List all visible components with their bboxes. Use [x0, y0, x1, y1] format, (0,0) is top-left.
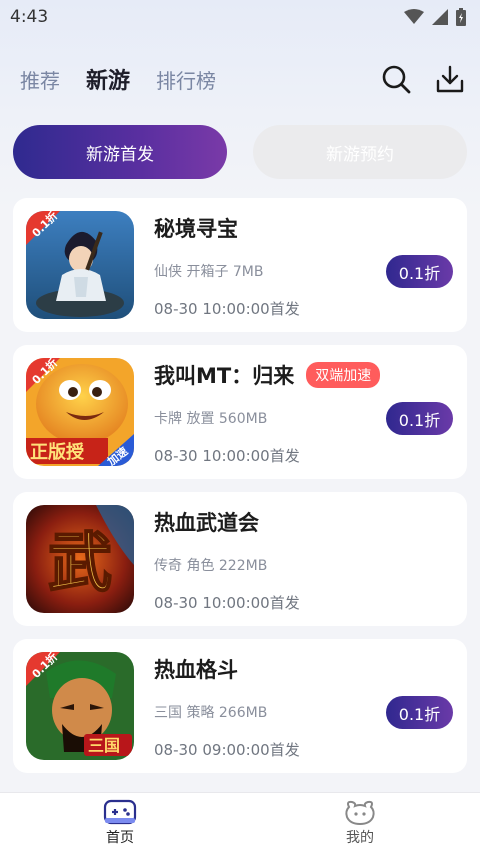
- tab-new-games[interactable]: 新游: [86, 63, 130, 95]
- thumb-banner-label: 正版授: [30, 441, 85, 463]
- gamepad-icon: [103, 799, 137, 825]
- status-icons: [404, 8, 466, 26]
- game-list: 0.1折 秘境寻宝 仙侠 开箱子 7MB 08-30 10:00:00首发 0.…: [13, 198, 467, 786]
- game-art-icon: 0.1折 三国: [26, 652, 134, 760]
- release-date: 08-30 10:00:00首发: [154, 300, 300, 318]
- discount-button[interactable]: 0.1折: [386, 696, 453, 729]
- release-date: 08-30 10:00:00首发: [154, 447, 300, 465]
- game-card[interactable]: 0.1折 三国 热血格斗 三国 策略 266MB 08-30 09:00:00首…: [13, 639, 467, 773]
- bottom-nav: 首页 我的: [0, 792, 480, 853]
- name-row: 我叫MT：归来 双端加速: [154, 360, 381, 390]
- tab-ranking[interactable]: 排行榜: [156, 65, 216, 94]
- name-row: 秘境寻宝: [154, 213, 238, 243]
- game-tags: 仙侠 开箱子 7MB: [154, 264, 264, 280]
- game-tags: 三国 策略 266MB: [154, 705, 268, 721]
- download-button[interactable]: [434, 63, 466, 95]
- discount-button[interactable]: 0.1折: [386, 402, 453, 435]
- game-card[interactable]: 武 热血武道会 传奇 角色 222MB 08-30 10:00:00首发: [13, 492, 467, 626]
- release-date: 08-30 09:00:00首发: [154, 741, 300, 759]
- search-icon: [382, 65, 411, 94]
- game-thumbnail: 0.1折 三国: [26, 652, 134, 760]
- status-time: 4:43: [10, 7, 49, 27]
- game-name: 热血武道会: [154, 511, 259, 535]
- game-art-icon: 0.1折: [26, 211, 134, 319]
- game-name: 我叫MT：归来: [154, 364, 295, 388]
- game-art-icon: 0.1折 正版授 加速: [26, 358, 134, 466]
- accelerate-badge: 双端加速: [306, 362, 381, 388]
- game-art-icon: 武: [26, 505, 134, 613]
- game-tags: 传奇 角色 222MB: [154, 558, 268, 574]
- status-bar: 4:43: [0, 0, 480, 34]
- thumb-glyph: 武: [48, 527, 112, 601]
- game-name: 秘境寻宝: [154, 217, 238, 241]
- game-name: 热血格斗: [154, 658, 238, 682]
- thumb-banner-label: 三国: [88, 736, 120, 755]
- segment-switcher: 新游首发 新游预约: [13, 125, 467, 179]
- segment-new-release[interactable]: 新游首发: [13, 125, 227, 179]
- profile-icon: [345, 800, 375, 825]
- header-actions: [380, 63, 466, 95]
- tab-recommend[interactable]: 推荐: [20, 65, 60, 94]
- name-row: 热血格斗: [154, 654, 238, 684]
- battery-icon: [456, 8, 466, 26]
- discount-button[interactable]: 0.1折: [386, 255, 453, 288]
- bottom-nav-home[interactable]: 首页: [0, 793, 240, 853]
- game-card[interactable]: 0.1折 正版授 加速 我叫MT：归来 双端加速 卡牌 放置 560MB 08-…: [13, 345, 467, 479]
- bottom-nav-profile-label: 我的: [346, 830, 374, 846]
- signal-icon: [432, 9, 448, 25]
- wifi-icon: [404, 9, 424, 24]
- name-row: 热血武道会: [154, 507, 259, 537]
- download-icon: [436, 65, 464, 93]
- game-thumbnail: 0.1折 正版授 加速: [26, 358, 134, 466]
- game-thumbnail: 0.1折: [26, 211, 134, 319]
- bottom-nav-home-label: 首页: [106, 830, 134, 846]
- top-nav: 推荐 新游 排行榜: [0, 56, 480, 102]
- game-card[interactable]: 0.1折 秘境寻宝 仙侠 开箱子 7MB 08-30 10:00:00首发 0.…: [13, 198, 467, 332]
- bottom-nav-profile[interactable]: 我的: [240, 793, 480, 853]
- game-tags: 卡牌 放置 560MB: [154, 411, 268, 427]
- release-date: 08-30 10:00:00首发: [154, 594, 300, 612]
- search-button[interactable]: [380, 63, 412, 95]
- segment-pre-order[interactable]: 新游预约: [253, 125, 467, 179]
- game-thumbnail: 武: [26, 505, 134, 613]
